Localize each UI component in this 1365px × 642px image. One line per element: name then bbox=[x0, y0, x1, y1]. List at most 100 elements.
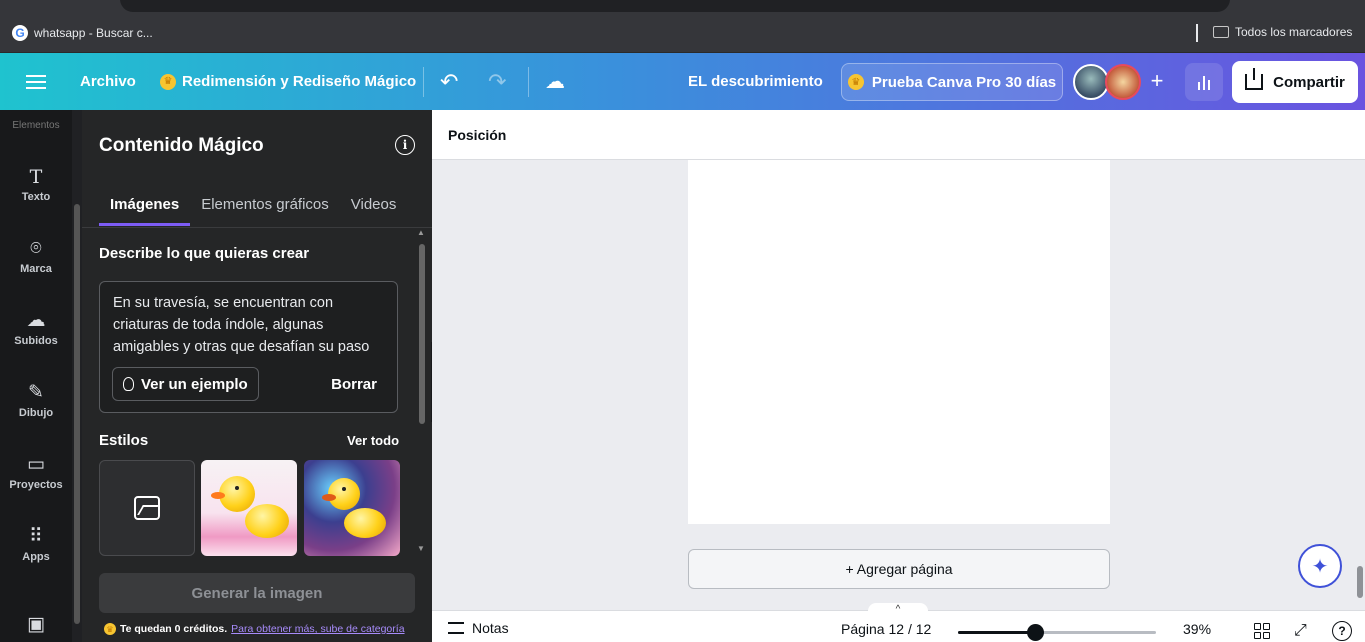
canvas-workspace: Posición + Agregar página ✦ ^ Notas Pági… bbox=[432, 110, 1365, 642]
prompt-field[interactable]: En su travesía, se encuentran con criatu… bbox=[99, 281, 398, 413]
image-icon bbox=[134, 496, 160, 520]
tabs-divider bbox=[82, 227, 432, 228]
credits-notice: ♛ Te quedan 0 créditos. Para obtener más… bbox=[104, 623, 405, 635]
rail-item-magic-media[interactable]: ▣ bbox=[0, 614, 72, 639]
magic-assistant-icon[interactable]: ✦ bbox=[1298, 544, 1342, 588]
credits-text: Te quedan 0 créditos. bbox=[120, 623, 228, 635]
all-bookmarks-button[interactable]: Todos los marcadores bbox=[1213, 25, 1352, 39]
zoom-slider[interactable] bbox=[958, 624, 1156, 641]
toolbar-divider bbox=[528, 67, 529, 97]
canvas-scrollbar[interactable] bbox=[1357, 566, 1363, 598]
panel-tabs: Imágenes Elementos gráficos Videos bbox=[99, 196, 407, 226]
bookmarks-divider bbox=[1196, 24, 1198, 42]
see-example-button[interactable]: Ver un ejemplo bbox=[112, 367, 259, 401]
redo-icon[interactable]: ↷ bbox=[488, 53, 514, 110]
style-none[interactable] bbox=[99, 460, 195, 556]
generate-image-button[interactable]: Generar la imagen bbox=[99, 573, 415, 613]
hamburger-icon[interactable] bbox=[26, 53, 46, 110]
panel-title: Contenido Mágico bbox=[99, 135, 264, 156]
bookmark-whatsapp-search[interactable]: G whatsapp - Buscar c... bbox=[12, 25, 153, 41]
design-page[interactable] bbox=[688, 160, 1110, 524]
text-icon: T bbox=[29, 166, 43, 188]
upgrade-link[interactable]: Para obtener más, sube de categoría bbox=[231, 623, 404, 635]
rail-item-label: Dibujo bbox=[18, 407, 54, 419]
position-button[interactable]: Posición bbox=[448, 127, 506, 143]
brand-icon: ⌾ bbox=[30, 238, 42, 259]
magic-image-icon: ▣ bbox=[27, 614, 45, 635]
bookmarks-bar: G whatsapp - Buscar c... Todos los marca… bbox=[0, 14, 1365, 53]
add-page-button[interactable]: + Agregar página bbox=[688, 549, 1110, 589]
panel-scrollbar[interactable]: ▲ ▼ bbox=[416, 228, 428, 556]
address-bar[interactable] bbox=[120, 0, 1230, 12]
scroll-down-icon[interactable]: ▼ bbox=[417, 544, 425, 553]
info-icon[interactable]: i bbox=[395, 135, 415, 155]
fullscreen-icon[interactable]: ⤢ bbox=[1294, 623, 1310, 639]
see-all-link[interactable]: Ver todo bbox=[347, 433, 399, 448]
upload-cloud-icon: ☁ bbox=[26, 310, 46, 331]
rail-item-label: Subidos bbox=[14, 335, 58, 347]
file-menu-button[interactable]: Archivo bbox=[80, 53, 136, 110]
avatar[interactable] bbox=[1073, 64, 1109, 100]
clear-button[interactable]: Borrar bbox=[331, 376, 377, 393]
duck-image bbox=[201, 460, 297, 556]
duck-image bbox=[304, 460, 400, 556]
draw-icon: ✎ bbox=[28, 382, 44, 403]
scroll-up-icon[interactable]: ▲ bbox=[417, 228, 425, 237]
rail-item-apps[interactable]: ⠿ Apps bbox=[0, 526, 72, 563]
notes-label: Notas bbox=[472, 620, 509, 636]
rail-scrollbar[interactable] bbox=[74, 204, 80, 624]
see-example-label: Ver un ejemplo bbox=[141, 375, 248, 393]
context-toolbar: Posición bbox=[432, 110, 1365, 160]
analytics-icon[interactable] bbox=[1185, 63, 1223, 101]
styles-heading: Estilos bbox=[99, 432, 149, 449]
rail-item-projects[interactable]: ▭ Proyectos bbox=[0, 454, 72, 491]
share-label: Compartir bbox=[1273, 73, 1345, 91]
rail-item-uploads[interactable]: ☁ Subidos bbox=[0, 310, 72, 347]
zoom-level[interactable]: 39% bbox=[1183, 621, 1211, 637]
tab-videos[interactable]: Videos bbox=[340, 196, 408, 226]
style-thumbnail[interactable] bbox=[304, 460, 400, 556]
footer-bar: ^ Notas Página 12 / 12 39% ⤢ ? bbox=[432, 603, 1365, 642]
help-icon[interactable]: ? bbox=[1332, 621, 1352, 641]
cloud-saved-icon[interactable]: ☁ bbox=[545, 53, 565, 110]
magic-resize-button[interactable]: ♛ Redimensión y Rediseño Mágico bbox=[160, 53, 416, 110]
side-rail: Elementos T Texto ⌾ Marca ☁ Subidos ✎ Di… bbox=[0, 110, 80, 642]
style-thumbnail[interactable] bbox=[201, 460, 297, 556]
try-pro-button[interactable]: ♛ Prueba Canva Pro 30 días bbox=[841, 63, 1063, 101]
crown-icon: ♛ bbox=[160, 73, 176, 90]
rail-item-label: Texto bbox=[21, 191, 51, 203]
google-icon: G bbox=[12, 25, 28, 41]
rail-item-draw[interactable]: ✎ Dibujo bbox=[0, 382, 72, 419]
undo-icon[interactable]: ↶ bbox=[440, 53, 466, 110]
notes-icon bbox=[448, 622, 464, 634]
chevron-up-icon[interactable]: ^ bbox=[868, 603, 928, 615]
panel-scroll-thumb[interactable] bbox=[419, 244, 425, 424]
rail-item-label: Apps bbox=[22, 551, 50, 563]
tab-graphics[interactable]: Elementos gráficos bbox=[190, 196, 340, 226]
rail-item-brand[interactable]: ⌾ Marca bbox=[0, 238, 72, 275]
all-bookmarks-label: Todos los marcadores bbox=[1235, 25, 1353, 39]
prompt-text[interactable]: En su travesía, se encuentran con criatu… bbox=[113, 292, 388, 358]
add-collaborator-icon[interactable]: + bbox=[1145, 68, 1169, 93]
crown-icon: ♛ bbox=[847, 74, 864, 90]
share-button[interactable]: Compartir bbox=[1232, 61, 1358, 103]
grid-view-icon[interactable] bbox=[1254, 623, 1270, 639]
browser-tab-strip bbox=[0, 0, 1365, 14]
toolbar-divider bbox=[423, 67, 424, 97]
design-title[interactable]: EL descubrimiento bbox=[688, 53, 823, 110]
tab-images[interactable]: Imágenes bbox=[99, 196, 191, 226]
notes-button[interactable]: Notas bbox=[448, 620, 509, 636]
avatar[interactable] bbox=[1105, 64, 1141, 100]
rail-item-elements-label[interactable]: Elementos bbox=[0, 120, 72, 131]
rail-item-label: Marca bbox=[20, 263, 52, 275]
zoom-slider-handle[interactable] bbox=[1027, 624, 1044, 641]
apps-grid-icon: ⠿ bbox=[29, 526, 43, 547]
lightbulb-icon bbox=[123, 377, 134, 391]
try-pro-label: Prueba Canva Pro 30 días bbox=[871, 73, 1057, 91]
page-indicator[interactable]: Página 12 / 12 bbox=[841, 621, 931, 637]
rail-item-text[interactable]: T Texto bbox=[0, 166, 72, 203]
folder-icon bbox=[1213, 26, 1229, 38]
crown-icon: ♛ bbox=[104, 623, 116, 635]
magic-resize-label: Redimensión y Rediseño Mágico bbox=[182, 73, 417, 90]
bookmark-label: whatsapp - Buscar c... bbox=[34, 26, 153, 40]
